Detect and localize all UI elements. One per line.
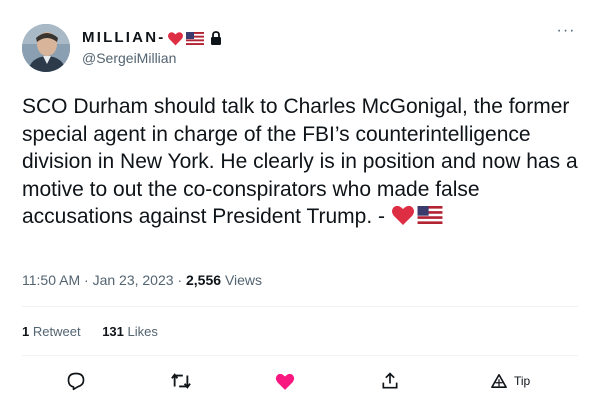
tweet-header: MILLIAN- @SergeiMillian ··· — [22, 23, 578, 76]
retweets-stat[interactable]: 1 Retweet — [22, 324, 81, 339]
likes-stat[interactable]: 131 Likes — [102, 324, 158, 339]
views-count: 2,556 — [186, 272, 222, 288]
reply-icon — [67, 372, 85, 391]
more-options-icon[interactable]: ··· — [554, 23, 578, 44]
meta-separator: · — [84, 272, 89, 288]
retweet-button[interactable] — [170, 368, 192, 394]
display-name-text: MILLIAN- — [82, 29, 166, 46]
divider — [22, 306, 578, 307]
author-names: MILLIAN- @SergeiMillian — [82, 29, 222, 67]
likes-count: 131 — [102, 324, 124, 339]
tweet-text: SCO Durham should talk to Charles McGoni… — [22, 93, 582, 231]
reply-button[interactable] — [66, 368, 86, 394]
tweet-meta: 11:50 AM · Jan 23, 2023 · 2,556 Views — [22, 272, 262, 289]
tweet-date[interactable]: Jan 23, 2023 — [93, 272, 174, 288]
likes-label: Likes — [127, 324, 158, 339]
divider — [22, 355, 578, 356]
share-icon — [382, 372, 398, 389]
tweet-actions: Tip — [22, 368, 578, 394]
author-display-name[interactable]: MILLIAN- — [82, 29, 222, 47]
heart-emoji-icon — [391, 205, 414, 225]
us-flag-emoji-icon — [186, 31, 205, 45]
tweet-trailing-emojis — [391, 204, 443, 226]
tweet-time[interactable]: 11:50 AM — [22, 272, 80, 288]
meta-separator: · — [177, 272, 183, 288]
tweet-card: MILLIAN- @SergeiMillian ··· SCO Durham s… — [0, 0, 600, 402]
avatar[interactable] — [22, 24, 70, 72]
us-flag-emoji-icon — [417, 206, 443, 224]
author-handle[interactable]: @SergeiMillian — [82, 50, 222, 67]
views-label: Views — [224, 272, 263, 288]
retweets-label: Retweet — [32, 324, 81, 339]
retweet-icon — [171, 373, 191, 389]
tweet-body: SCO Durham should talk to Charles McGoni… — [22, 95, 584, 228]
retweets-count: 1 — [22, 324, 30, 339]
like-button[interactable] — [275, 368, 295, 394]
tip-icon — [491, 373, 507, 389]
lock-icon — [210, 31, 222, 45]
heart-emoji-icon — [167, 31, 184, 46]
tip-button[interactable]: Tip — [490, 368, 530, 394]
share-button[interactable] — [380, 368, 400, 394]
tip-label: Tip — [514, 374, 531, 388]
tweet-stats: 1 Retweet 131 Likes — [22, 323, 176, 340]
heart-icon — [275, 373, 295, 390]
